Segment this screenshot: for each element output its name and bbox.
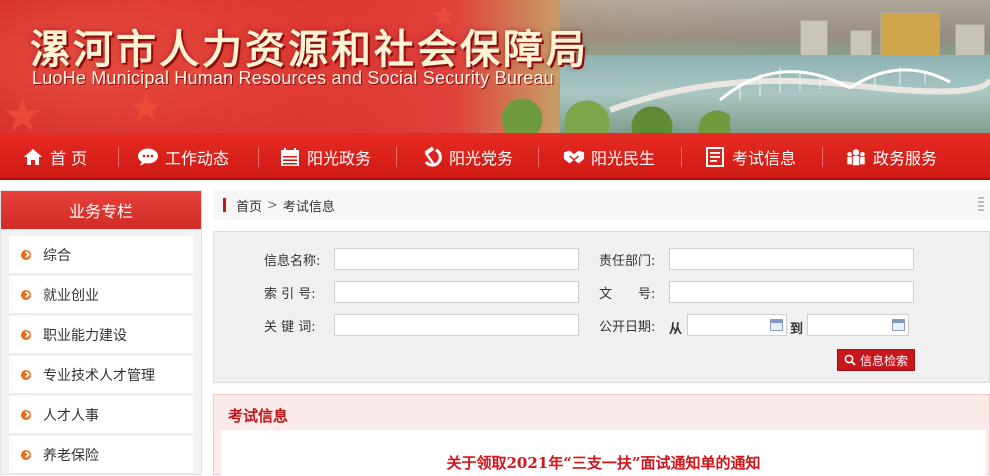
exam-info-panel: 考试信息 关于领取2021年“三支一扶”面试通知单的通知 <box>213 394 990 476</box>
breadcrumb: 首页 > 考试信息 <box>213 190 990 220</box>
info-name-label: 信息名称: <box>264 254 321 269</box>
breadcrumb-home-link[interactable]: 首页 <box>236 196 262 215</box>
nav-divider <box>396 147 397 167</box>
chat-bubble-icon <box>137 146 159 168</box>
search-button[interactable]: 信息检索 <box>837 349 915 371</box>
star-decoration: ★ <box>128 85 164 131</box>
handshake-icon <box>563 146 585 168</box>
sidebar-item-label: 人才人事 <box>43 407 99 424</box>
nav-divider <box>118 147 119 167</box>
arrow-bullet-icon <box>21 249 31 260</box>
site-banner: ★ ★ ★ ★ 漯河市人力资源和社会保障局 LuoHe Municipal Hu… <box>0 0 990 133</box>
search-form: 信息名称: 责任部门: 索 引 号: 文 号: 关 键 词: 公开日期: 从 到… <box>213 231 990 383</box>
nav-label: 阳光党务 <box>449 148 514 168</box>
nav-item-public-services[interactable]: 政务服务 <box>845 133 937 180</box>
date-to-label: 到 <box>790 322 804 337</box>
sidebar-item-employment[interactable]: 就业创业 <box>9 276 193 314</box>
sidebar-item-label: 就业创业 <box>43 287 99 304</box>
sidebar: 业务专栏 综合 就业创业 职业能力建设 专业技术人才管理 人才人事 养老保险 <box>0 190 202 475</box>
nav-divider <box>538 147 539 167</box>
index-number-input[interactable] <box>334 281 579 303</box>
nav-item-home[interactable]: 首 页 <box>22 133 87 180</box>
nav-label: 阳光民生 <box>591 148 656 168</box>
arrow-bullet-icon <box>21 449 31 460</box>
nav-label: 工作动态 <box>165 148 230 168</box>
nav-divider <box>258 147 259 167</box>
sidebar-item-vocational-skills[interactable]: 职业能力建设 <box>9 316 193 354</box>
search-icon <box>844 354 856 366</box>
sidebar-item-label: 专业技术人才管理 <box>43 367 155 384</box>
section-title: 考试信息 <box>228 407 289 425</box>
sidebar-item-label: 养老保险 <box>43 447 99 464</box>
star-decoration: ★ <box>2 88 44 133</box>
sidebar-item-label: 综合 <box>43 247 71 264</box>
sidebar-title: 业务专栏 <box>1 191 201 229</box>
nav-divider <box>822 147 823 167</box>
nav-item-work-news[interactable]: 工作动态 <box>137 133 229 180</box>
publish-date-label: 公开日期: <box>599 320 656 335</box>
nav-item-livelihood[interactable]: 阳光民生 <box>563 133 655 180</box>
date-to-input[interactable] <box>807 314 909 336</box>
document-number-label: 文 号: <box>599 287 656 302</box>
breadcrumb-current: 考试信息 <box>282 199 335 215</box>
sidebar-list: 综合 就业创业 职业能力建设 专业技术人才管理 人才人事 养老保险 <box>1 229 201 474</box>
breadcrumb-separator: > <box>267 197 278 213</box>
nav-label: 阳光政务 <box>307 148 372 168</box>
date-from-label: 从 <box>669 322 683 337</box>
keyword-label: 关 键 词: <box>264 320 316 335</box>
article-body: 关于领取2021年“三支一扶”面试通知单的通知 <box>221 430 986 476</box>
article-title-link[interactable]: 关于领取2021年“三支一扶”面试通知单的通知 <box>221 452 986 473</box>
people-group-icon <box>845 146 867 168</box>
index-number-label: 索 引 号: <box>264 287 316 302</box>
nav-divider <box>681 147 682 167</box>
nav-label: 首 页 <box>50 148 88 168</box>
date-from-input[interactable] <box>687 314 787 336</box>
drag-handle-icon <box>978 197 984 213</box>
info-name-input[interactable] <box>334 248 579 270</box>
sidebar-item-personnel[interactable]: 人才人事 <box>9 396 193 434</box>
breadcrumb-marker <box>223 198 226 212</box>
keyword-input[interactable] <box>334 314 579 336</box>
site-subtitle: LuoHe Municipal Human Resources and Soci… <box>32 68 554 88</box>
sidebar-item-pension[interactable]: 养老保险 <box>9 436 193 474</box>
nav-label: 政务服务 <box>873 148 938 168</box>
arrow-bullet-icon <box>21 289 31 300</box>
home-icon <box>22 146 44 168</box>
nav-item-government-affairs[interactable]: 阳光政务 <box>279 133 371 180</box>
arrow-bullet-icon <box>21 369 31 380</box>
site-title: 漯河市人力资源和社会保障局 <box>30 26 589 73</box>
department-label: 责任部门: <box>599 254 656 269</box>
nav-item-exam-info[interactable]: 考试信息 <box>704 133 796 180</box>
nav-item-party-affairs[interactable]: 阳光党务 <box>421 133 513 180</box>
sidebar-item-label: 职业能力建设 <box>43 327 127 344</box>
arrow-bullet-icon <box>21 409 31 420</box>
search-button-label: 信息检索 <box>859 353 908 368</box>
calendar-icon[interactable] <box>770 319 783 331</box>
main-nav: 首 页 工作动态 阳光政务 阳光党务 阳光民生 考试信息 政务服务 <box>0 133 990 180</box>
arrow-bullet-icon <box>21 329 31 340</box>
calendar-icon[interactable] <box>892 319 905 331</box>
nav-label: 考试信息 <box>732 148 797 168</box>
calendar-icon <box>279 146 301 168</box>
document-list-icon <box>704 146 726 168</box>
department-input[interactable] <box>669 248 914 270</box>
hammer-sickle-icon <box>421 145 443 168</box>
sidebar-item-technical-talent[interactable]: 专业技术人才管理 <box>9 356 193 394</box>
bridge-illustration <box>608 67 990 113</box>
sidebar-item-general[interactable]: 综合 <box>9 236 193 274</box>
document-number-input[interactable] <box>669 281 914 303</box>
